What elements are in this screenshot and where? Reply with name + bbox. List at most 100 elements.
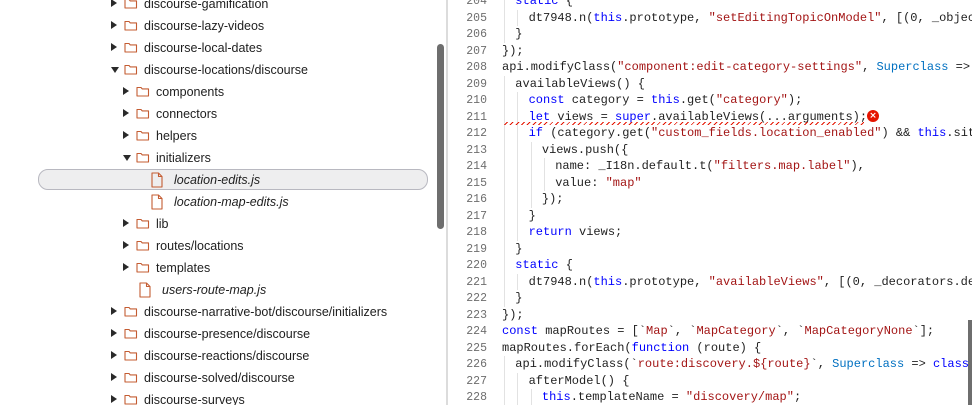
chevron-down-icon[interactable] <box>111 67 119 73</box>
code-token: const <box>528 93 565 107</box>
indent-guide <box>504 75 505 92</box>
folder-item-discourse-surveys[interactable]: discourse-surveys <box>0 389 446 405</box>
tree-item-label: lib <box>156 217 169 231</box>
code-token: return <box>528 225 572 239</box>
file-item-location-map-edits-js[interactable]: location-map-edits.js <box>0 191 446 213</box>
folder-item-templates[interactable]: templates <box>0 257 446 279</box>
tree-item-label: location-edits.js <box>174 173 261 187</box>
tree-item-label: discourse-solved/discourse <box>144 371 295 385</box>
indent-guide <box>504 356 505 373</box>
tree-item-label: discourse-lazy-videos <box>144 19 265 33</box>
code-line[interactable]: api.modifyClass("component:edit-category… <box>502 59 972 76</box>
tree-item-label: connectors <box>156 107 218 121</box>
folder-icon <box>124 18 138 34</box>
line-number: 205 <box>466 11 487 25</box>
code-token: mapRoutes.forEach( <box>502 340 632 355</box>
chevron-right-icon[interactable] <box>111 329 117 337</box>
code-line[interactable]: afterModel() { <box>529 373 630 390</box>
code-line[interactable]: static { <box>515 0 573 10</box>
code-token: MapCategory <box>696 324 776 338</box>
code-line[interactable]: const category = this.get("category"); <box>529 92 803 109</box>
chevron-right-icon[interactable] <box>123 87 129 95</box>
code-token: => <box>904 357 933 371</box>
folder-item-discourse-narrative-bot-discourse-initializers[interactable]: discourse-narrative-bot/discourse/initia… <box>0 301 446 323</box>
code-line[interactable]: }); <box>502 43 524 60</box>
code-line[interactable]: } <box>515 26 522 43</box>
editor-scrollbar[interactable] <box>968 320 972 405</box>
code-token: ) && <box>881 126 918 140</box>
code-token: .get( <box>679 93 716 107</box>
chevron-right-icon[interactable] <box>111 0 117 7</box>
code-editor[interactable]: 204 205 206 207 208 209 210 211 212 213 214 215 216 2… <box>448 0 972 405</box>
code-line[interactable]: this.templateName = "discovery/map"; <box>542 389 801 405</box>
code-line[interactable]: }); <box>502 307 524 324</box>
code-line[interactable]: name: _I18n.default.t("filters.map.label… <box>555 158 865 175</box>
folder-item-discourse-local-dates[interactable]: discourse-local-dates <box>0 37 446 59</box>
folder-item-discourse-solved-discourse[interactable]: discourse-solved/discourse <box>0 367 446 389</box>
folder-item-helpers[interactable]: helpers <box>0 125 446 147</box>
code-token: } <box>515 241 523 256</box>
chevron-right-icon[interactable] <box>111 307 117 315</box>
folder-icon <box>136 106 150 122</box>
code-line[interactable]: const mapRoutes = [`Map`, `MapCategory`,… <box>502 323 934 340</box>
chevron-right-icon[interactable] <box>111 395 117 403</box>
code-line[interactable]: api.modifyClass(`route:discovery.${route… <box>515 356 972 373</box>
folder-item-discourse-presence-discourse[interactable]: discourse-presence/discourse <box>0 323 446 345</box>
chevron-right-icon[interactable] <box>123 109 129 117</box>
code-line[interactable]: dt7948.n(this.prototype, "availableViews… <box>529 274 972 291</box>
indent-guide <box>504 125 505 142</box>
code-line[interactable]: mapRoutes.forEach(function (route) { <box>502 340 761 357</box>
code-token: { <box>558 258 573 272</box>
folder-icon <box>136 84 150 100</box>
code-line[interactable]: views.push({ <box>542 142 628 159</box>
file-icon <box>150 194 164 210</box>
code-line[interactable]: availableViews() { <box>515 76 645 93</box>
indent-guide <box>517 158 519 175</box>
file-item-location-edits-js[interactable]: location-edits.js <box>0 169 446 191</box>
code-line[interactable]: return views; <box>529 224 623 241</box>
chevron-right-icon[interactable] <box>111 43 117 51</box>
folder-item-routes-locations[interactable]: routes/locations <box>0 235 446 257</box>
folder-item-lib[interactable]: lib <box>0 213 446 235</box>
code-token: availableViews() { <box>515 76 645 91</box>
code-line[interactable]: dt7948.n(this.prototype, "setEditingTopi… <box>529 10 972 27</box>
folder-item-discourse-lazy-videos[interactable]: discourse-lazy-videos <box>0 15 446 37</box>
code-line[interactable]: } <box>515 290 522 307</box>
chevron-right-icon[interactable] <box>123 241 129 249</box>
code-token: `]; <box>912 324 935 338</box>
folder-item-discourse-locations-discourse[interactable]: discourse-locations/discourse <box>0 59 446 81</box>
file-item-users-route-map-js[interactable]: users-route-map.js <box>0 279 446 301</box>
error-circle-icon[interactable]: × <box>867 110 879 122</box>
code-line[interactable]: static { <box>515 257 573 274</box>
indent-guide <box>517 92 519 109</box>
folder-item-discourse-reactions-discourse[interactable]: discourse-reactions/discourse <box>0 345 446 367</box>
folder-item-connectors[interactable]: connectors <box>0 103 446 125</box>
explorer-scrollbar[interactable] <box>437 44 444 229</box>
chevron-down-icon[interactable] <box>123 155 131 161</box>
folder-item-initializers[interactable]: initializers <box>0 147 446 169</box>
folder-item-components[interactable]: components <box>0 81 446 103</box>
code-token: ; <box>793 390 802 404</box>
code-token: MapCategoryNone <box>804 324 913 338</box>
code-line[interactable]: if (category.get("custom_fields.location… <box>529 125 972 142</box>
code-line[interactable]: value: "map" <box>555 175 641 192</box>
code-line[interactable]: }); <box>542 191 564 208</box>
chevron-right-icon[interactable] <box>123 263 129 271</box>
chevron-right-icon[interactable] <box>111 21 117 29</box>
code-token: this <box>917 126 947 140</box>
code-token: , <box>862 60 877 74</box>
file-icon <box>138 282 152 298</box>
code-line[interactable]: } <box>529 208 536 225</box>
folder-item-discourse-gamification[interactable]: discourse-gamification <box>0 0 446 15</box>
chevron-right-icon[interactable] <box>123 219 129 227</box>
tree-item-label: discourse-surveys <box>144 393 245 405</box>
tree-item-label: discourse-reactions/discourse <box>144 349 310 363</box>
code-token: "category" <box>715 93 788 107</box>
chevron-right-icon[interactable] <box>111 373 117 381</box>
chevron-right-icon[interactable] <box>123 131 129 139</box>
chevron-right-icon[interactable] <box>111 351 117 359</box>
file-icon <box>150 172 164 188</box>
line-number: 220 <box>466 259 487 272</box>
code-line[interactable]: } <box>515 241 522 258</box>
code-token: route:discovery.${route} <box>637 357 811 371</box>
